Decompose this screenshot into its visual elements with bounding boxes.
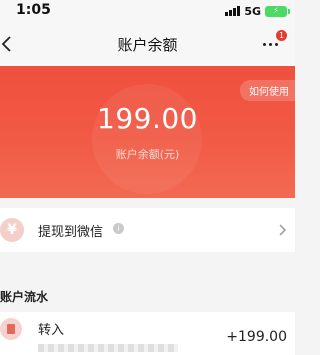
notification-badge: 1: [276, 30, 287, 41]
chevron-right-icon: [279, 224, 287, 236]
info-icon[interactable]: i: [113, 223, 124, 234]
status-indicators: 5G ⚡: [225, 4, 290, 18]
balance-card: 如何使用 199.00 账户余额(元): [0, 66, 295, 198]
balance-label: 账户余额(元): [115, 148, 180, 161]
how-to-use-button[interactable]: 如何使用: [240, 80, 295, 101]
status-time: 1:05: [16, 2, 51, 18]
list-item[interactable]: 转入 +199.00: [0, 312, 295, 355]
withdraw-label: 提现到微信: [38, 225, 104, 240]
withdraw-to-wechat-row[interactable]: ¥ 提现到微信 i: [0, 208, 295, 252]
yen-icon: ¥: [0, 218, 24, 242]
transaction-title: 转入: [38, 323, 65, 338]
section-title: 账户流水: [0, 290, 49, 304]
nav-bar: 账户余额 1: [0, 22, 295, 66]
status-bar: 1:05 5G ⚡: [0, 0, 295, 22]
card-decoration: [92, 84, 202, 194]
network-type: 5G: [244, 4, 261, 18]
transfer-in-icon: [0, 318, 22, 340]
blurred-subtitle: [38, 344, 178, 352]
page-title: 账户余额: [117, 36, 178, 54]
battery-charging-icon: ⚡: [265, 5, 290, 17]
balance-amount: 199.00: [97, 102, 198, 135]
signal-icon: [225, 6, 241, 16]
more-dots-icon[interactable]: 1: [261, 30, 287, 54]
transaction-amount: +199.00: [226, 329, 287, 345]
